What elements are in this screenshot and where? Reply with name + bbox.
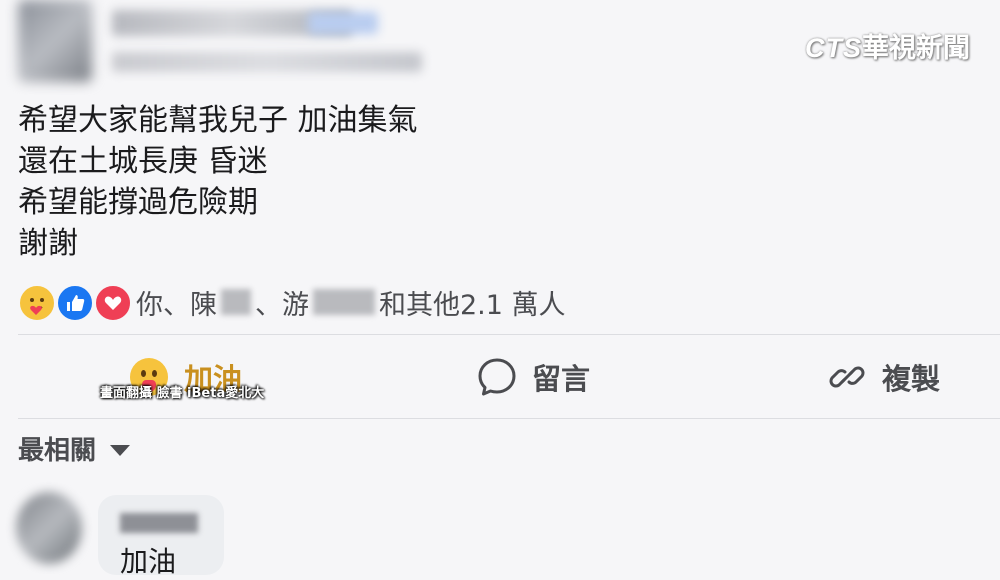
post-line: 謝謝 — [18, 226, 78, 261]
divider — [18, 418, 1000, 419]
source-caption: 畫面翻攝 臉書 iBeta愛北大 — [100, 386, 265, 401]
comment-text: 加油 — [120, 545, 177, 578]
comment-button[interactable]: 留言 — [476, 356, 590, 398]
copy-link-button[interactable]: 複製 — [826, 356, 940, 398]
blurred-name — [313, 289, 375, 315]
cts-watermark: CTS華視新聞 — [805, 26, 970, 65]
like-icon — [56, 284, 94, 322]
follow-button-blurred[interactable] — [308, 12, 378, 34]
reactions-text-sep: 、游 — [255, 289, 309, 321]
care-icon — [18, 284, 56, 322]
watermark-cts: CTS — [805, 33, 862, 63]
love-icon — [94, 284, 132, 322]
post-line: 希望大家能幫我兒子 加油集氣 — [18, 103, 418, 138]
post-line: 還在土城長庚 昏迷 — [18, 144, 268, 179]
comment-bubble-icon — [476, 356, 518, 398]
reactions-summary[interactable]: 你、陳 、游 和其他2.1 萬人 — [18, 280, 566, 324]
reactions-text-you: 你、陳 — [136, 289, 217, 321]
post-line: 希望能撐過危險期 — [18, 185, 258, 220]
commenter-name-blurred[interactable] — [120, 513, 198, 533]
copy-label: 複製 — [882, 362, 941, 396]
author-avatar[interactable] — [18, 0, 92, 82]
blurred-name — [221, 289, 251, 315]
comment-label: 留言 — [532, 362, 591, 396]
comment-sort-dropdown[interactable]: 最相關 — [18, 430, 131, 467]
commenter-avatar[interactable] — [16, 492, 82, 564]
divider — [18, 334, 1000, 335]
post-meta-blurred — [112, 52, 422, 72]
reaction-icons — [18, 282, 136, 322]
link-icon — [826, 356, 868, 398]
sort-label: 最相關 — [18, 436, 97, 466]
watermark-brand: 華視新聞 — [862, 33, 970, 63]
post-text: 希望大家能幫我兒子 加油集氣 還在土城長庚 昏迷 希望能撐過危險期 謝謝 — [18, 100, 418, 264]
post-actions: 加油 留言 複製 — [0, 338, 1000, 416]
caret-down-icon — [110, 445, 131, 456]
reactions-text[interactable]: 你、陳 、游 和其他2.1 萬人 — [136, 283, 566, 322]
reactions-text-rest: 和其他2.1 萬人 — [379, 289, 566, 321]
